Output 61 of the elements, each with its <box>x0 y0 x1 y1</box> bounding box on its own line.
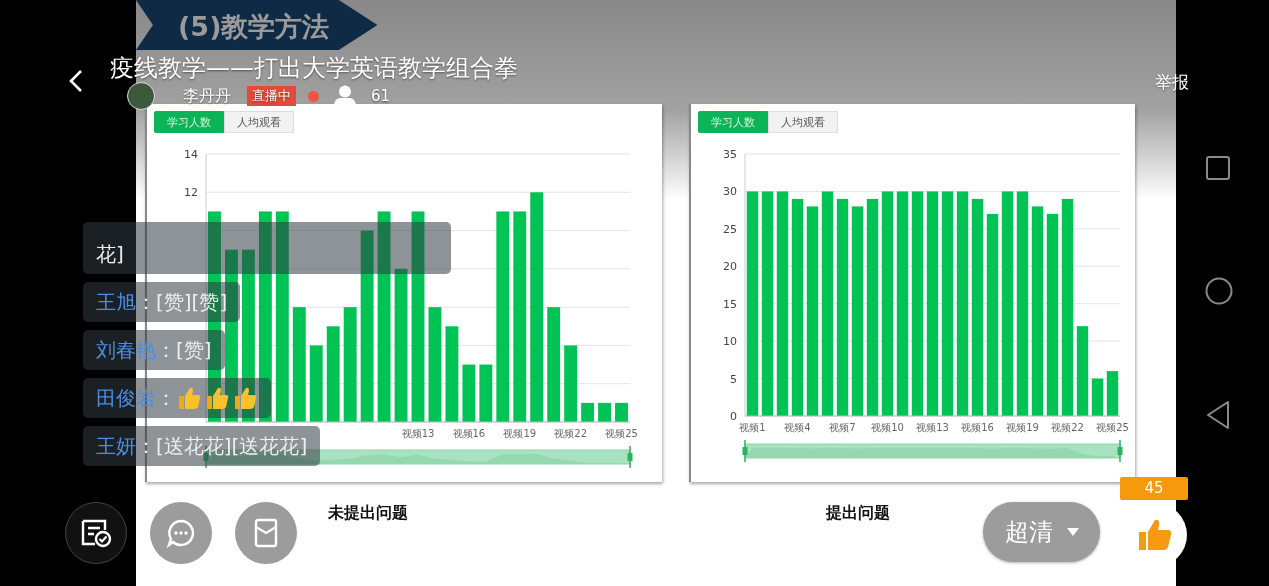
axis-tick-label: 15 <box>723 297 737 311</box>
chart-tab[interactable]: 人均观看 <box>768 111 838 133</box>
axis-tick-label: 视频25 <box>1096 422 1129 433</box>
home-icon[interactable] <box>1204 277 1233 305</box>
chat-message: ： <box>156 384 176 412</box>
axis-tick-label: 视频16 <box>452 428 486 439</box>
axis-tick-label: 视频13 <box>916 422 949 433</box>
axis-tick-label: 视频22 <box>1051 422 1084 433</box>
axis-tick-label: 12 <box>184 186 198 200</box>
axis-tick-label: 视频10 <box>871 422 904 433</box>
chat-username: 刘春艳 <box>96 336 156 364</box>
axis-tick-label: 视频4 <box>784 422 811 433</box>
checklist-icon <box>80 518 112 548</box>
slide-banner: (5)教学方法 <box>136 0 378 50</box>
axis-tick-label: 视频13 <box>401 428 435 439</box>
axis-tick-label: 14 <box>184 148 198 161</box>
live-badge: 直播中 <box>247 86 296 106</box>
speech-bubble-icon <box>166 518 196 548</box>
axis-tick-label: 5 <box>730 372 737 386</box>
axis-tick-label: 视频1 <box>739 422 766 433</box>
axis-tick-label: 0 <box>730 410 737 423</box>
axis-tick-label: 25 <box>723 222 737 236</box>
bar <box>615 402 628 422</box>
axis-tick-label: 视频16 <box>961 422 994 433</box>
thumbs-up-icon <box>176 385 202 411</box>
thumbs-up-icon <box>1136 518 1173 552</box>
axis-tick-label: 30 <box>723 185 737 199</box>
thumbs-up-icon <box>232 385 258 411</box>
like-count: 45 <box>1120 477 1188 500</box>
live-dot-icon <box>308 90 319 102</box>
back-icon[interactable] <box>1205 401 1230 429</box>
caret-icon <box>1066 528 1079 536</box>
viewer-count: 61 <box>371 87 391 105</box>
bar <box>581 402 595 422</box>
avatar[interactable] <box>127 82 155 110</box>
axis-tick-label: 视频22 <box>554 428 587 439</box>
bar <box>1106 371 1119 416</box>
envelope-icon <box>254 518 278 548</box>
axis-tick-label: 视频19 <box>1006 422 1039 433</box>
bar <box>479 364 493 422</box>
chat-message: 花] <box>96 241 124 268</box>
chat-username: 田俊岩 <box>96 384 156 412</box>
bar <box>462 364 476 422</box>
bar <box>1091 378 1104 416</box>
recent-apps-icon[interactable] <box>1205 156 1230 180</box>
chart-caption: 未提出问题 <box>328 503 408 524</box>
chat-username: 王旭 <box>96 288 136 316</box>
axis-tick-label: 10 <box>723 335 737 349</box>
chart-caption: 提出问题 <box>826 503 890 524</box>
host-name: 李丹丹 <box>183 85 231 107</box>
range-slider[interactable] <box>742 439 1123 463</box>
axis-tick-label: 视频19 <box>503 428 537 439</box>
chart-tab[interactable]: 人均观看 <box>224 111 294 133</box>
axis-tick-label: 35 <box>723 148 737 161</box>
axis-tick-label: 20 <box>723 260 737 274</box>
thumbs-up-icon <box>204 385 230 411</box>
chat-username: 王妍 <box>96 432 136 460</box>
chat-message: ：[送花花][送花花] <box>136 432 308 460</box>
bar <box>598 402 611 422</box>
axis-tick-label: 视频25 <box>605 428 638 439</box>
axis-tick-label: 视频7 <box>829 422 856 433</box>
